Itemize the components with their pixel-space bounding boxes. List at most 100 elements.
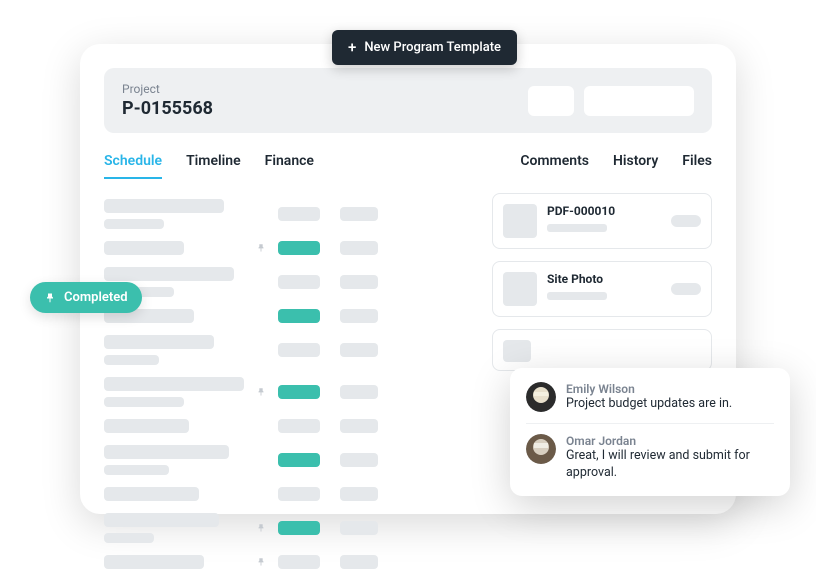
status-col (278, 207, 330, 221)
pin-icon[interactable] (254, 556, 268, 568)
text-placeholder (104, 419, 189, 433)
status-pill (278, 385, 320, 399)
pin-icon[interactable] (254, 522, 268, 534)
tab-schedule[interactable]: Schedule (104, 153, 162, 179)
schedule-row[interactable] (104, 377, 472, 407)
end-col (340, 487, 380, 501)
file-info: Site Photo (547, 272, 661, 300)
file-thumbnail (503, 204, 537, 238)
comment-text: Project budget updates are in. (566, 396, 774, 413)
file-badge (671, 215, 701, 227)
file-subtitle (547, 292, 607, 300)
file-info: PDF-000010 (547, 204, 661, 232)
comment-body: Emily Wilson Project budget updates are … (566, 382, 774, 413)
schedule-row[interactable] (104, 487, 472, 501)
text-placeholder (104, 335, 214, 349)
avatar (526, 382, 556, 412)
status-col (278, 555, 330, 569)
end-col (340, 555, 380, 569)
file-card[interactable]: PDF-000010 (492, 193, 712, 249)
project-id: P-0155568 (122, 98, 213, 119)
schedule-list (104, 193, 472, 569)
schedule-row[interactable] (104, 241, 472, 255)
schedule-text-col (104, 445, 244, 475)
tabs-right: Comments History Files (520, 153, 712, 179)
schedule-row[interactable] (104, 335, 472, 365)
schedule-row[interactable] (104, 267, 472, 297)
tabs-row: Schedule Timeline Finance Comments Histo… (104, 153, 712, 179)
schedule-text-col (104, 335, 244, 365)
tabs-left: Schedule Timeline Finance (104, 153, 314, 179)
file-subtitle (547, 224, 607, 232)
status-pill (278, 309, 320, 323)
text-placeholder (104, 487, 199, 501)
value-placeholder (340, 419, 378, 433)
schedule-row[interactable] (104, 309, 472, 323)
end-col (340, 309, 380, 323)
status-pill (278, 419, 320, 433)
tab-comments[interactable]: Comments (520, 153, 589, 179)
schedule-row[interactable] (104, 419, 472, 433)
new-program-template-button[interactable]: + New Program Template (332, 30, 517, 65)
schedule-text-col (104, 513, 244, 543)
status-col (278, 241, 330, 255)
status-col (278, 275, 330, 289)
text-placeholder (104, 445, 229, 459)
end-col (340, 419, 380, 433)
status-pill (278, 487, 320, 501)
schedule-row[interactable] (104, 513, 472, 543)
header-button-1[interactable] (528, 86, 574, 116)
schedule-row[interactable] (104, 199, 472, 229)
status-pill (278, 275, 320, 289)
pin-icon[interactable] (254, 386, 268, 398)
value-placeholder (340, 275, 378, 289)
comments-card: Emily Wilson Project budget updates are … (510, 368, 790, 496)
tab-history[interactable]: History (613, 153, 658, 179)
text-placeholder (104, 397, 184, 407)
tab-finance[interactable]: Finance (265, 153, 314, 179)
status-col (278, 487, 330, 501)
status-pill (278, 241, 320, 255)
text-placeholder (104, 355, 159, 365)
avatar (526, 434, 556, 464)
file-title: PDF-000010 (547, 204, 661, 218)
pin-icon[interactable] (254, 242, 268, 254)
comment-text: Great, I will review and submit for appr… (566, 448, 774, 482)
text-placeholder (104, 533, 154, 543)
schedule-text-col (104, 419, 244, 433)
schedule-text-col (104, 199, 244, 229)
text-placeholder (104, 555, 204, 569)
text-placeholder (104, 219, 164, 229)
tab-timeline[interactable]: Timeline (186, 153, 241, 179)
end-col (340, 343, 380, 357)
file-card[interactable]: Site Photo (492, 261, 712, 317)
value-placeholder (340, 309, 378, 323)
value-placeholder (340, 343, 378, 357)
status-col (278, 343, 330, 357)
text-placeholder (104, 241, 184, 255)
divider (526, 423, 774, 424)
completed-badge[interactable]: Completed (30, 282, 142, 313)
value-placeholder (340, 207, 378, 221)
value-placeholder (340, 385, 378, 399)
schedule-row[interactable] (104, 445, 472, 475)
header-button-2[interactable] (584, 86, 694, 116)
value-placeholder (340, 555, 378, 569)
schedule-text-col (104, 241, 244, 255)
status-pill (278, 521, 320, 535)
comment: Omar Jordan Great, I will review and sub… (526, 434, 774, 482)
new-program-template-label: New Program Template (364, 40, 501, 55)
schedule-text-col (104, 487, 244, 501)
schedule-text-col (104, 555, 244, 569)
comment-body: Omar Jordan Great, I will review and sub… (566, 434, 774, 482)
end-col (340, 385, 380, 399)
status-col (278, 419, 330, 433)
file-thumbnail (503, 272, 537, 306)
tab-files[interactable]: Files (682, 153, 712, 179)
text-placeholder (104, 199, 224, 213)
status-col (278, 385, 330, 399)
file-badge (671, 283, 701, 295)
value-placeholder (340, 521, 378, 535)
schedule-row[interactable] (104, 555, 472, 569)
file-card-placeholder[interactable] (492, 329, 712, 371)
